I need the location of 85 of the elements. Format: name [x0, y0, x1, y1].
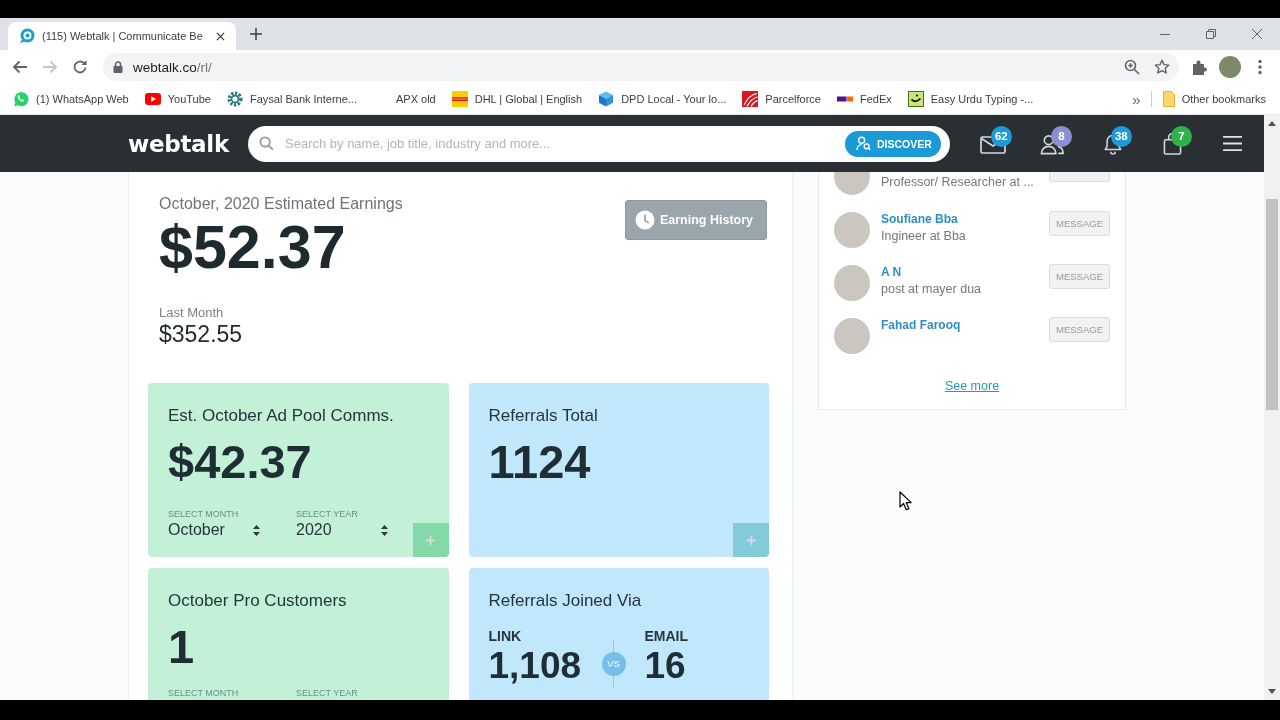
bookmark-link[interactable]: (1) WhatsApp Web: [5, 91, 137, 107]
count-badge: 38: [1110, 125, 1132, 147]
contact-title: Professor/ Researcher at ...: [881, 174, 1035, 191]
bookmarks-folder[interactable]: Other bookmarks: [1154, 91, 1274, 107]
avatar-placeholder: [834, 318, 870, 354]
star-icon[interactable]: [1154, 59, 1170, 75]
bookmark-link[interactable]: DHL | Global | English: [443, 91, 591, 107]
sort-caret-icon: [381, 524, 388, 536]
earnings-amount: $52.37: [159, 214, 347, 280]
folder-icon: [1162, 91, 1175, 107]
avatar-placeholder: [834, 172, 870, 195]
count-badge: 62: [990, 125, 1012, 147]
card-value: $42.37: [168, 435, 313, 489]
dropdown[interactable]: October: [168, 520, 262, 540]
avatar-placeholder: [834, 265, 870, 301]
close-icon[interactable]: [1252, 29, 1262, 39]
sort-caret-icon: [253, 524, 260, 536]
select-label: SELECT YEAR: [296, 509, 359, 520]
close-icon[interactable]: [215, 31, 225, 41]
menu-icon[interactable]: [1222, 135, 1244, 152]
card-title: October Pro Customers: [168, 590, 348, 612]
card-title: Referrals Total: [488, 405, 599, 427]
bookmark-link[interactable]: APX old: [364, 91, 444, 107]
address-bar[interactable]: webtalk.co/rl/: [103, 53, 1179, 81]
select-label: SELECT MONTH: [168, 509, 240, 520]
stat-label: LINK: [488, 628, 523, 645]
restore-icon[interactable]: [1206, 29, 1216, 39]
minimize-icon[interactable]: [1160, 33, 1170, 35]
mouse-pointer-icon: [899, 491, 912, 511]
card-title: Referrals Joined Via: [488, 590, 643, 612]
scroll-up-icon[interactable]: [1268, 121, 1276, 126]
stat-value: 16: [644, 645, 687, 687]
webtalk-logo[interactable]: webtalk: [128, 130, 228, 157]
stat-label: EMAIL: [644, 628, 690, 645]
more-menu-icon[interactable]: [1258, 59, 1262, 75]
browser-tab[interactable]: (115) Webtalk | Communicate Be: [8, 22, 236, 50]
dropdown[interactable]: 2020: [296, 520, 390, 540]
bookmark-link[interactable]: Easy Urdu Typing -...: [899, 91, 1042, 107]
glyph-tile-icon: [907, 91, 924, 107]
search-icon: [259, 136, 274, 151]
bookmark-link[interactable]: YouTube: [136, 91, 219, 107]
stat-value: 1,108: [488, 645, 583, 687]
last-month-label: Last Month: [159, 305, 225, 321]
zoom-in-icon[interactable]: [1124, 59, 1140, 75]
contact-title: post at mayer dua: [881, 281, 983, 298]
select-label: SELECT MONTH: [168, 688, 240, 699]
plus-icon: [425, 534, 436, 546]
puzzle-piece-icon[interactable]: [1192, 59, 1208, 75]
scrollbar-thumb[interactable]: [1266, 199, 1278, 410]
card-title: Est. October Ad Pool Comms.: [168, 405, 395, 427]
striped-tile-icon: [451, 91, 468, 107]
more-bookmarks-button[interactable]: »: [1126, 90, 1147, 108]
scroll-down-icon[interactable]: [1268, 689, 1276, 694]
back-arrow-icon[interactable]: [12, 59, 28, 75]
contact-name[interactable]: Fahad Farooq: [881, 317, 1049, 334]
contact-name[interactable]: A N: [881, 264, 1049, 281]
phone-bubble-icon: [13, 91, 29, 107]
earnings-title: October, 2020 Estimated Earnings: [159, 194, 403, 214]
card-value: 1124: [488, 435, 592, 489]
user-search-icon: [856, 136, 871, 151]
vs-badge: VS: [601, 651, 626, 676]
reload-icon[interactable]: [72, 59, 88, 75]
count-badge: 7: [1170, 125, 1192, 147]
bookmark-link[interactable]: DPD Local - Your lo...: [590, 91, 735, 107]
last-month-amount: $352.55: [159, 321, 244, 347]
contact-title: Ingineer at Bba: [881, 228, 967, 245]
plus-icon[interactable]: [249, 28, 262, 40]
cube-icon: [598, 91, 615, 107]
select-label: SELECT YEAR: [296, 688, 359, 699]
chat-bubble-icon: [19, 28, 35, 44]
people-icon[interactable]: [1040, 132, 1066, 155]
profile-avatar[interactable]: [1219, 56, 1241, 78]
play-button-icon: [144, 91, 161, 107]
contact-name[interactable]: Soufiane Bba: [881, 211, 1049, 228]
count-badge: 8: [1050, 125, 1072, 147]
bookmark-link[interactable]: FedEx: [828, 91, 900, 107]
card-value: 1: [168, 620, 196, 674]
gear-icon: [226, 91, 243, 107]
plus-icon: [745, 534, 757, 546]
bookmark-link[interactable]: Parcelforce: [734, 91, 829, 107]
lined-tile-icon: [742, 91, 759, 107]
clock-icon: [634, 210, 655, 230]
lock-icon: [113, 61, 123, 73]
avatar-placeholder: [834, 212, 870, 248]
bookmark-link[interactable]: Faysal Bank Interne...: [218, 91, 365, 107]
